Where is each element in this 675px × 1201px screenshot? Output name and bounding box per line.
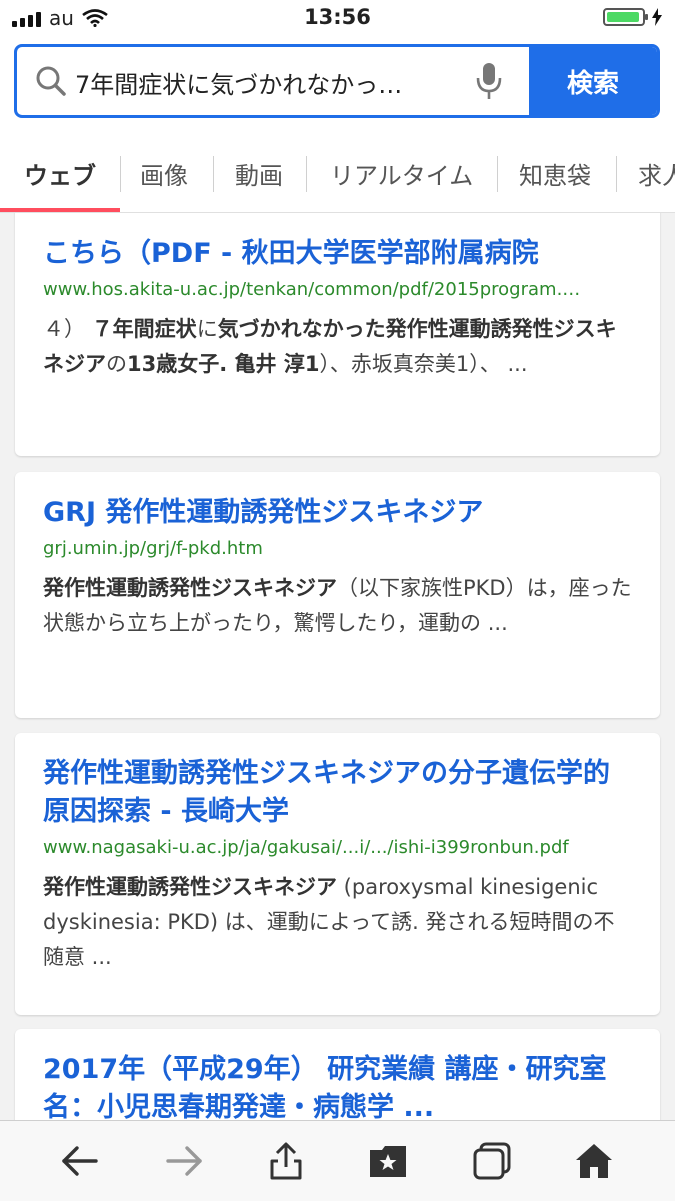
tab-jobs[interactable]: 求人: [638, 134, 675, 212]
result-title[interactable]: 発作性運動誘発性ジスキネジアの分子遺伝学的原因探索 - 長崎大学: [43, 755, 632, 831]
browser-toolbar: [0, 1120, 675, 1201]
result-card: 発作性運動誘発性ジスキネジアの分子遺伝学的原因探索 - 長崎大学 www.nag…: [15, 733, 660, 1015]
search-box: 7年間症状に気づかれなかっ… 検索: [14, 44, 660, 118]
search-results: こちら（PDF - 秋田大学医学部附属病院 www.hos.akita-u.ac…: [0, 213, 675, 1120]
result-card: こちら（PDF - 秋田大学医学部附属病院 www.hos.akita-u.ac…: [15, 213, 660, 456]
tab-web[interactable]: ウェブ: [24, 134, 96, 212]
snippet-text: ）、赤坂真奈美1）、 ...: [319, 352, 528, 376]
active-tab-indicator: [0, 208, 120, 212]
result-url[interactable]: www.hos.akita-u.ac.jp/tenkan/common/pdf/…: [43, 279, 632, 300]
snippet-text: ４）: [43, 317, 92, 341]
snippet-highlight: 発作性運動誘発性ジスキネジア: [43, 576, 337, 600]
snippet-text: に: [196, 317, 218, 341]
tab-divider: [616, 156, 617, 192]
result-card: GRJ 発作性運動誘発性ジスキネジア grj.umin.jp/grj/f-pkd…: [15, 472, 660, 718]
microphone-icon[interactable]: [475, 61, 503, 101]
result-url[interactable]: grj.umin.jp/grj/f-pkd.htm: [43, 538, 632, 559]
tab-divider: [497, 156, 498, 192]
result-title[interactable]: GRJ 発作性運動誘発性ジスキネジア: [43, 494, 632, 532]
search-header: 7年間症状に気づかれなかっ… 検索: [0, 38, 675, 135]
result-title[interactable]: こちら（PDF - 秋田大学医学部附属病院: [43, 235, 632, 273]
search-button[interactable]: 検索: [529, 47, 657, 115]
result-snippet: 発作性運動誘発性ジスキネジア (paroxysmal kinesigenic d…: [43, 870, 632, 975]
home-icon[interactable]: [574, 1141, 614, 1181]
result-snippet: 発作性運動誘発性ジスキネジア（以下家族性PKD）は，座った状態から立ち上がったり…: [43, 571, 632, 641]
tab-divider: [120, 156, 121, 192]
charging-bolt-icon: [652, 8, 662, 26]
result-snippet: ４） ７年間症状に気づかれなかった発作性運動誘発性ジスキネジアの13歳女子. 亀…: [43, 312, 632, 382]
battery-icon: [603, 8, 648, 26]
result-title[interactable]: 2017年（平成29年） 研究業績 講座・研究室名：小児思春期発達・病態学 ..…: [43, 1051, 632, 1120]
tab-videos[interactable]: 動画: [235, 134, 283, 212]
clock: 13:56: [304, 5, 371, 29]
tab-chiebukuro[interactable]: 知恵袋: [519, 134, 591, 212]
share-icon[interactable]: [266, 1141, 306, 1181]
result-url[interactable]: www.nagasaki-u.ac.jp/ja/gakusai/...i/...…: [43, 837, 632, 858]
snippet-highlight: ７年間症状: [91, 317, 197, 341]
search-icon: [36, 66, 66, 96]
tab-images[interactable]: 画像: [140, 134, 188, 212]
result-card: 2017年（平成29年） 研究業績 講座・研究室名：小児思春期発達・病態学 ..…: [15, 1029, 660, 1120]
tab-divider: [213, 156, 214, 192]
forward-arrow-icon[interactable]: [164, 1141, 204, 1181]
tab-divider: [306, 156, 307, 192]
status-bar: au 13:56: [0, 0, 675, 38]
tab-realtime[interactable]: リアルタイム: [330, 134, 473, 212]
bookmarks-icon[interactable]: [368, 1141, 408, 1181]
search-type-tabs: ウェブ 画像 動画 リアルタイム 知恵袋 求人: [0, 134, 675, 213]
back-arrow-icon[interactable]: [60, 1141, 100, 1181]
snippet-highlight: 13歳女子. 亀井 淳1: [127, 352, 320, 376]
snippet-highlight: 発作性運動誘発性ジスキネジア: [43, 875, 337, 899]
search-input[interactable]: 7年間症状に気づかれなかっ…: [75, 65, 455, 100]
tabs-icon[interactable]: [472, 1141, 512, 1181]
snippet-text: の: [106, 352, 127, 376]
